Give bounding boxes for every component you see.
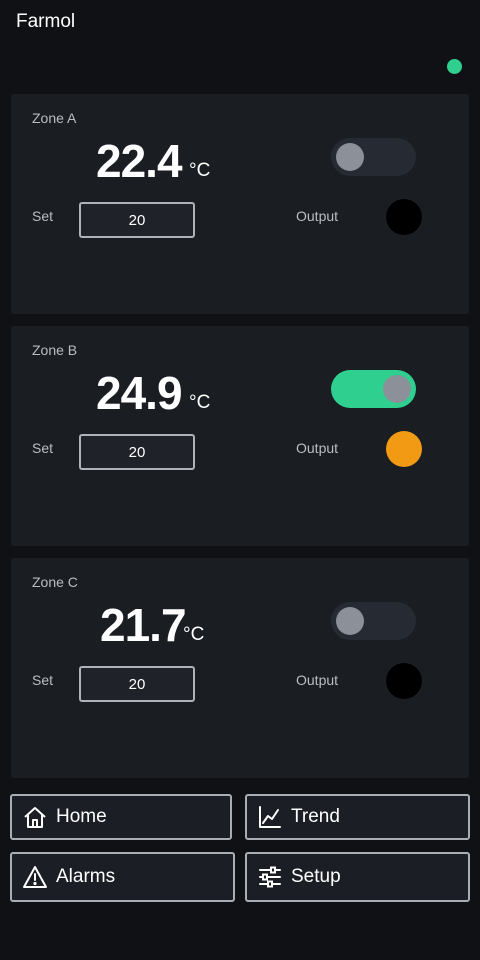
zone-name: Zone C <box>32 574 78 590</box>
setpoint-input[interactable] <box>79 202 195 238</box>
output-label: Output <box>296 672 339 688</box>
output-indicator-lamp <box>386 199 422 235</box>
trend-icon <box>257 804 283 830</box>
setpoint-label: Set <box>32 672 54 688</box>
zone-card-a: Zone A 22.4 °C Set Output <box>11 94 469 314</box>
setup-button-label: Setup <box>291 866 341 887</box>
toggle-knob <box>336 607 364 635</box>
setpoint-label: Set <box>32 440 54 456</box>
setpoint-label: Set <box>32 208 54 224</box>
zone-temperature: 21.7 <box>100 599 187 651</box>
output-label: Output <box>296 440 339 456</box>
connection-status-indicator <box>447 59 462 74</box>
alarms-button-label: Alarms <box>56 866 116 887</box>
setpoint-input[interactable] <box>79 434 195 470</box>
zone-heater-toggle[interactable] <box>331 370 416 408</box>
zone-temperature-unit: °C <box>183 624 205 645</box>
zone-name: Zone B <box>32 342 78 358</box>
zone-heater-toggle[interactable] <box>331 138 416 176</box>
zone-card-c: Zone C 21.7 °C Set Output <box>11 558 469 778</box>
zone-name: Zone A <box>32 110 77 126</box>
home-button[interactable]: Home <box>10 794 232 840</box>
trend-button[interactable]: Trend <box>245 794 470 840</box>
toggle-knob <box>336 143 364 171</box>
zone-temperature-unit: °C <box>189 392 211 413</box>
setup-button[interactable]: Setup <box>245 852 470 902</box>
toggle-knob <box>383 375 411 403</box>
zone-temperature: 22.4 <box>96 135 183 187</box>
zone-temperature: 24.9 <box>96 367 183 419</box>
home-button-label: Home <box>56 806 107 827</box>
setpoint-input[interactable] <box>79 666 195 702</box>
sliders-icon <box>257 864 283 890</box>
zone-temperature-unit: °C <box>189 160 211 181</box>
zone-card-b: Zone B 24.9 °C Set Output <box>11 326 469 546</box>
output-label: Output <box>296 208 339 224</box>
output-indicator-lamp <box>386 663 422 699</box>
zone-heater-toggle[interactable] <box>331 602 416 640</box>
warning-icon <box>22 864 48 890</box>
alarms-button[interactable]: Alarms <box>10 852 235 902</box>
app-title: Farmol <box>16 11 76 32</box>
trend-button-label: Trend <box>291 806 340 827</box>
home-icon <box>22 804 48 830</box>
output-indicator-lamp <box>386 431 422 467</box>
